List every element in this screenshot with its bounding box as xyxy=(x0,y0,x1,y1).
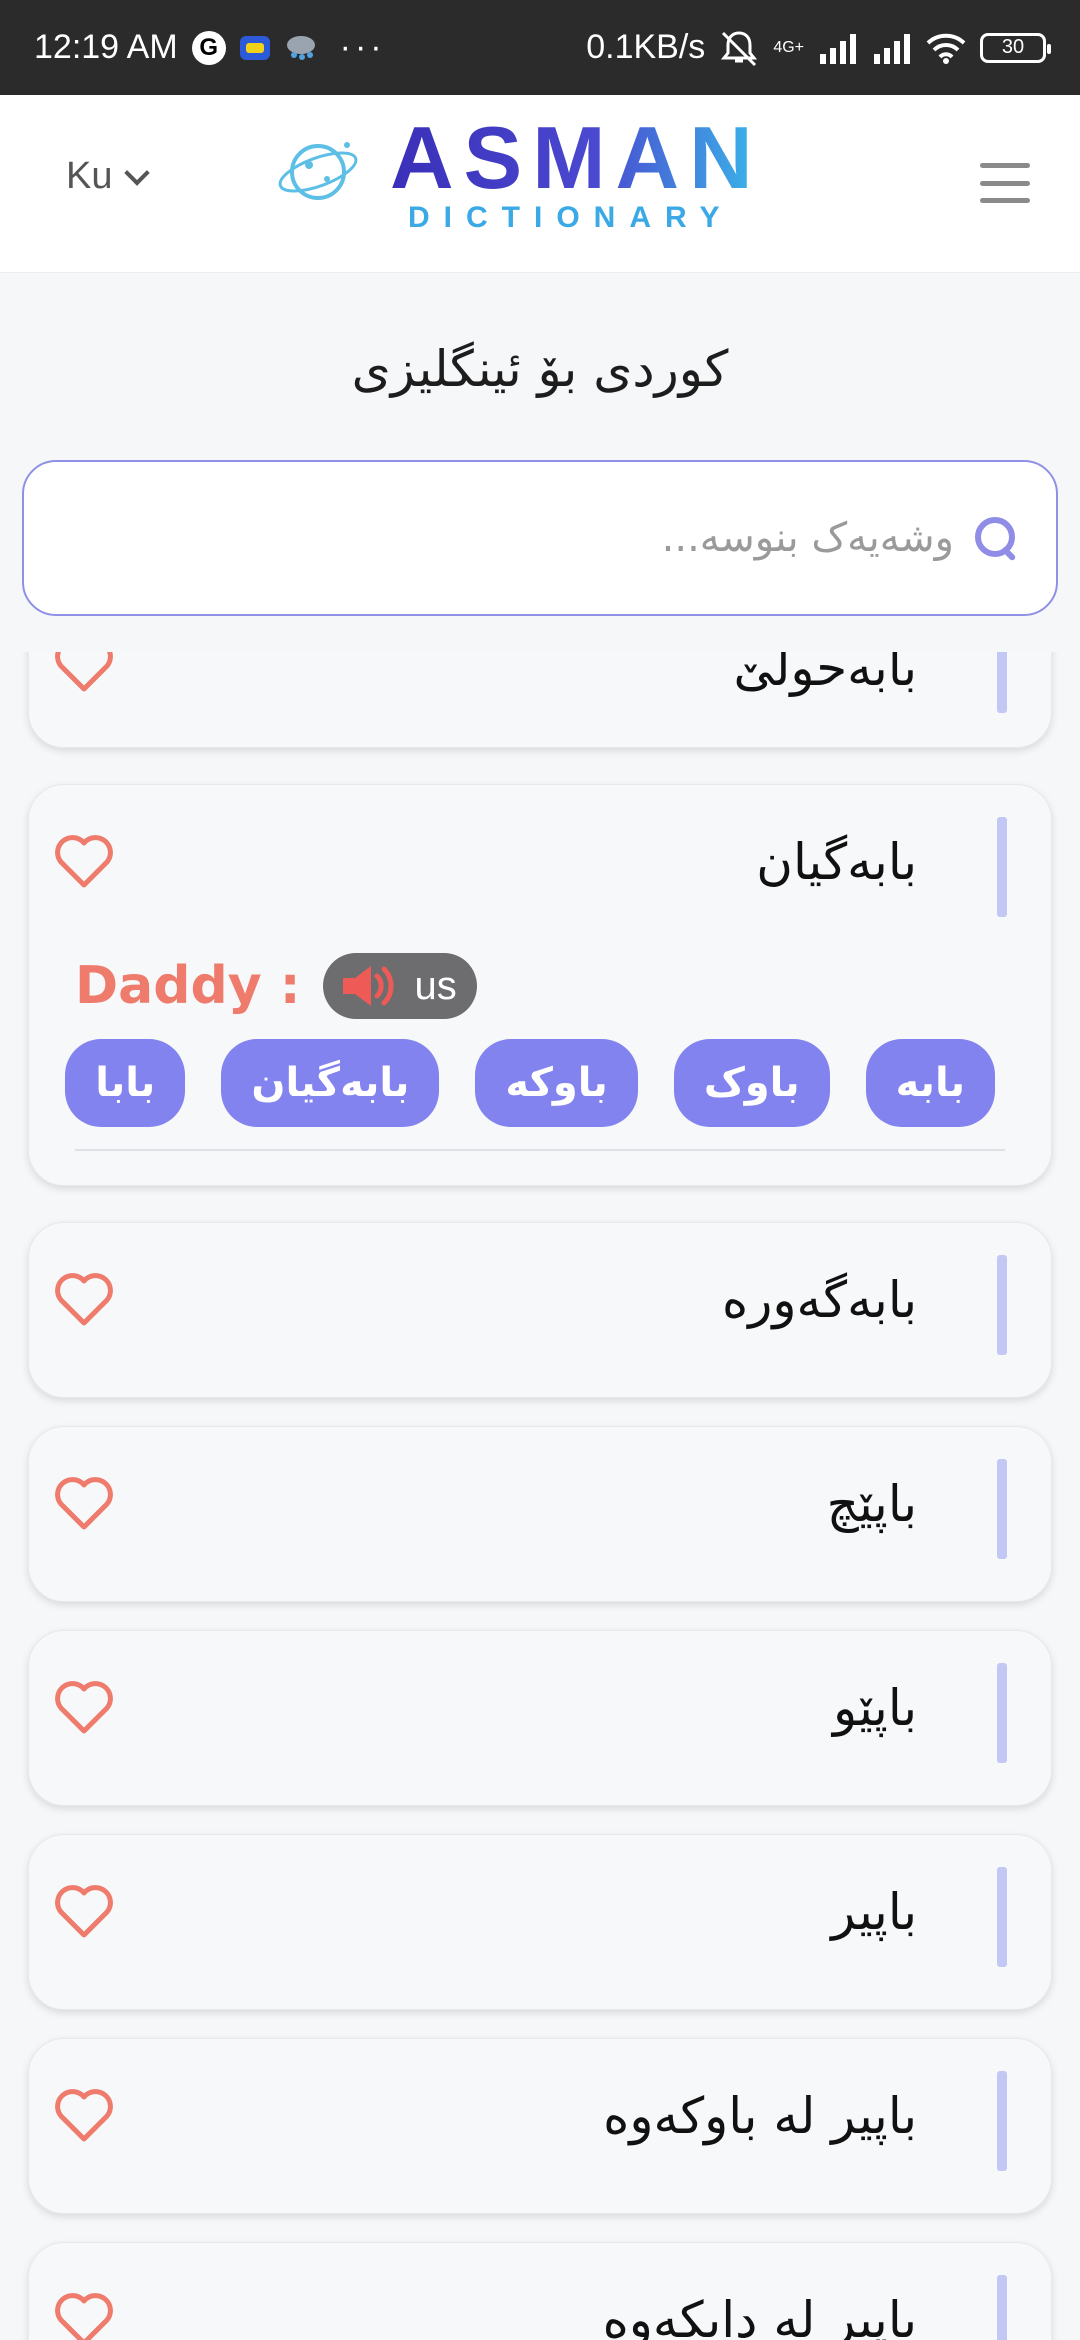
list-item[interactable]: باپیر xyxy=(28,1834,1052,2010)
list-item[interactable]: باپیر لە باوکەوە xyxy=(28,2038,1052,2214)
favorite-heart-icon[interactable] xyxy=(55,1681,113,1735)
wifi-icon xyxy=(926,32,966,64)
word-list: بابەحولێ بابەگیان Daddy : us بابە باوک ب… xyxy=(0,652,1080,2340)
status-time: 12:19 AM xyxy=(34,28,178,66)
favorite-heart-icon[interactable] xyxy=(55,835,113,889)
entry-word: بابەگەورە xyxy=(722,1271,917,1329)
related-word-chip[interactable]: بابە xyxy=(865,1039,995,1127)
mute-icon xyxy=(719,29,759,67)
favorite-heart-icon[interactable] xyxy=(55,2293,113,2340)
entry-word: باپێچ xyxy=(826,1475,917,1533)
related-word-chip[interactable]: باوک xyxy=(673,1039,830,1127)
signal-icon-2 xyxy=(872,32,912,64)
favorite-heart-icon[interactable] xyxy=(55,2089,113,2143)
google-icon: G xyxy=(191,30,226,65)
entry-word: باپیر لە دایکەوە xyxy=(602,2291,917,2340)
related-word-chip[interactable]: بابا xyxy=(65,1039,186,1127)
battery-icon: 30 xyxy=(980,32,1051,63)
weather-icon xyxy=(284,33,318,63)
related-word-chip[interactable]: بابەگیان xyxy=(221,1039,440,1127)
logo[interactable]: ASMAN DICTIONARY xyxy=(275,107,775,257)
pronunciation-button[interactable]: us xyxy=(322,953,477,1019)
translation-text: Daddy : xyxy=(75,956,301,1016)
chevron-down-icon xyxy=(124,159,151,186)
list-item[interactable]: باپێو xyxy=(28,1630,1052,1806)
entry-word: بابەحولێ xyxy=(733,652,917,697)
translation-row: Daddy : us xyxy=(75,953,477,1019)
entry-word: بابەگیان xyxy=(756,833,917,891)
list-item[interactable]: باپیر لە دایکەوە xyxy=(28,2242,1052,2340)
search-box[interactable] xyxy=(22,460,1058,616)
favorite-heart-icon[interactable] xyxy=(55,1273,113,1327)
divider xyxy=(75,1149,1005,1151)
app-header: Ku ASMAN DICTIONARY xyxy=(0,95,1080,273)
favorite-heart-icon[interactable] xyxy=(55,1885,113,1939)
list-item[interactable]: باپێچ xyxy=(28,1426,1052,1602)
search-icon[interactable] xyxy=(972,514,1020,562)
status-bar: 12:19 AM G ··· 0.1KB/s 4G+ 30 xyxy=(0,0,1080,95)
app-notification-icon xyxy=(239,35,270,60)
related-word-chip[interactable]: باوکە xyxy=(475,1039,638,1127)
speaker-icon xyxy=(342,966,394,1006)
entry-word: باپیر xyxy=(831,1883,917,1941)
logo-title: ASMAN xyxy=(390,108,763,207)
page-title: کوردی بۆ ئینگلیزی xyxy=(351,340,729,398)
search-input[interactable] xyxy=(54,515,954,561)
favorite-heart-icon[interactable] xyxy=(55,1477,113,1531)
signal-icon xyxy=(818,32,858,64)
entry-word: باپێو xyxy=(833,1679,917,1737)
entry-word: باپیر لە باوکەوە xyxy=(603,2087,917,2145)
list-item-expanded[interactable]: بابەگیان Daddy : us بابە باوک باوکە بابە… xyxy=(28,784,1052,1186)
planet-logo-icon xyxy=(278,142,358,200)
more-notifications-icon: ··· xyxy=(339,28,386,66)
audio-accent-label: us xyxy=(414,963,457,1008)
favorite-heart-icon[interactable] xyxy=(55,652,113,693)
related-words: بابە باوک باوکە بابەگیان بابا xyxy=(65,1039,995,1127)
list-item[interactable]: بابەحولێ xyxy=(28,652,1052,748)
language-label: Ku xyxy=(66,155,113,197)
network-type: 4G+ xyxy=(773,38,804,56)
list-item[interactable]: بابەگەورە xyxy=(28,1222,1052,1398)
logo-subtitle: DICTIONARY xyxy=(408,201,734,234)
language-selector[interactable]: Ku xyxy=(66,155,151,198)
hamburger-menu-icon[interactable] xyxy=(980,163,1030,203)
network-speed: 0.1KB/s xyxy=(586,28,706,66)
